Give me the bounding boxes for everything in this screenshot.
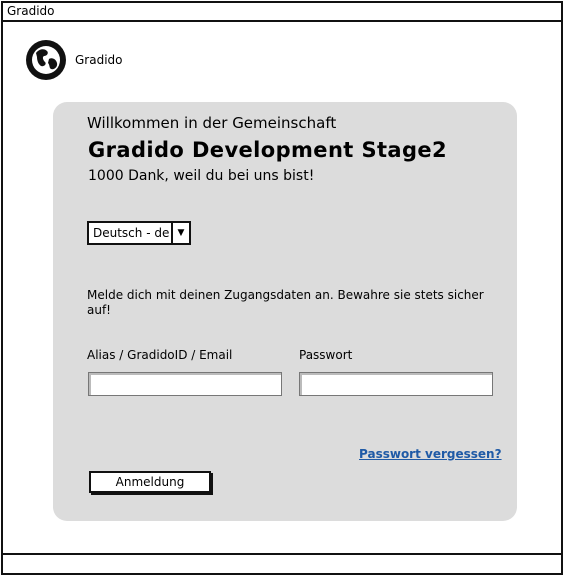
caret-down-icon[interactable]: ▼ — [171, 223, 189, 243]
forgot-password-link[interactable]: Passwort vergessen? — [359, 447, 502, 461]
language-select-value: Deutsch - de — [93, 226, 170, 240]
password-label: Passwort — [299, 348, 353, 362]
footer-divider — [3, 553, 561, 555]
logo-text: Gradido — [75, 53, 123, 67]
globe-icon — [26, 40, 66, 80]
welcome-text: Willkommen in der Gemeinschaft — [87, 114, 337, 132]
app-window: Gradido Gradido Willkommen in der Gemein… — [1, 1, 563, 575]
language-select[interactable]: Deutsch - de ▼ — [87, 221, 191, 245]
page-title: Gradido Development Stage2 — [88, 138, 448, 162]
alias-label: Alias / GradidoID / Email — [87, 348, 233, 362]
window-title: Gradido — [3, 3, 561, 22]
login-info-text: Melde dich mit deinen Zugangsdaten an. B… — [87, 288, 484, 317]
password-input[interactable] — [299, 372, 493, 396]
subtitle: 1000 Dank, weil du bei uns bist! — [88, 168, 315, 184]
header-logo[interactable]: Gradido — [25, 39, 123, 81]
login-button[interactable]: Anmeldung — [89, 471, 211, 493]
login-panel: Willkommen in der Gemeinschaft Gradido D… — [53, 102, 517, 521]
alias-input[interactable] — [88, 372, 282, 396]
